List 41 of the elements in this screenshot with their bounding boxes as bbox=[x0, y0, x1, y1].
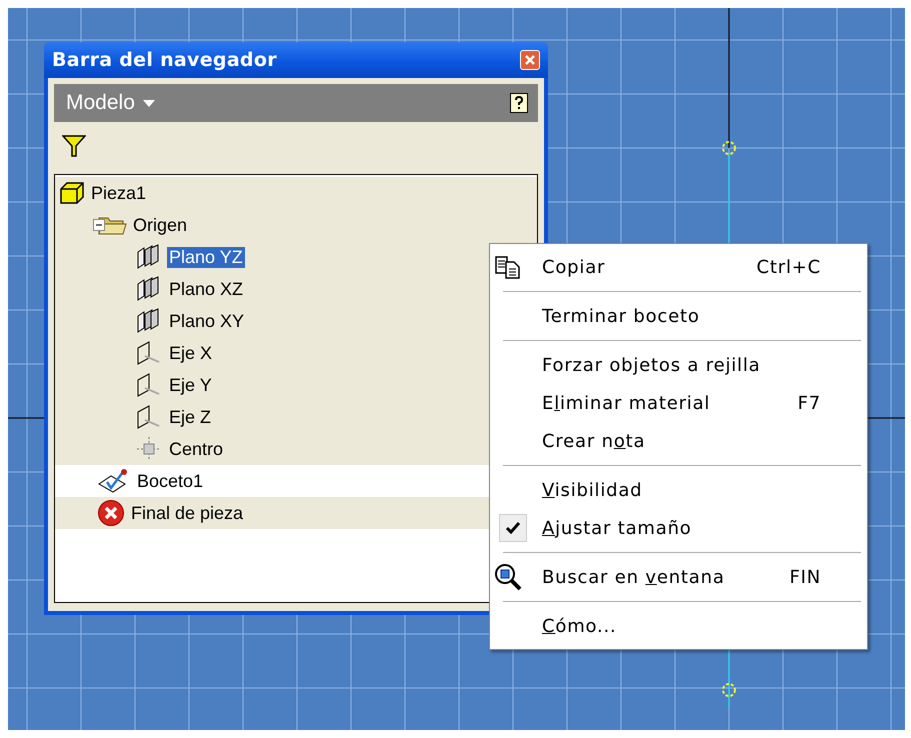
shortcut-label: FIN bbox=[789, 566, 822, 588]
error-icon bbox=[97, 499, 125, 527]
help-button[interactable] bbox=[510, 93, 528, 113]
tree-item-label: Final de pieza bbox=[130, 502, 244, 524]
caret-icon bbox=[142, 100, 155, 106]
close-button[interactable] bbox=[520, 50, 540, 70]
collapse-toggle[interactable] bbox=[93, 219, 105, 231]
menu-item-label: El iminar material bbox=[542, 392, 712, 414]
question-icon bbox=[514, 96, 524, 110]
tree-item-label: Eje X bbox=[168, 342, 214, 364]
menu-item-label: Buscar en ventana bbox=[542, 566, 726, 588]
tree-row[interactable]: Plano YZ bbox=[55, 241, 537, 273]
shortcut-label: Ctrl+C bbox=[756, 256, 822, 278]
zoom-icon bbox=[493, 562, 523, 592]
tree-item-label: Plano YZ bbox=[167, 246, 245, 268]
menu-item-label: Cómo... bbox=[542, 616, 618, 636]
menu-item[interactable]: Cómo... bbox=[493, 607, 861, 645]
tree-item-label: Pieza1 bbox=[90, 182, 148, 204]
menu-item-label: Ajustar tamaño bbox=[542, 518, 693, 538]
menu-item-label: Terminar boceto bbox=[542, 306, 701, 326]
panel-title: Barra del navegador bbox=[52, 49, 277, 71]
tree-item-label: Plano XY bbox=[168, 310, 246, 332]
tree-row[interactable]: Pieza1 bbox=[55, 177, 537, 209]
menu-item-label: Crear nota bbox=[542, 430, 646, 452]
menu-item-label: Copiar bbox=[542, 256, 606, 278]
close-icon bbox=[524, 54, 536, 66]
tree-row[interactable]: Origen bbox=[55, 209, 537, 241]
tree-item-label: Eje Z bbox=[168, 406, 212, 428]
shortcut-label: F7 bbox=[798, 392, 822, 414]
menu-item-label: Visibilidad bbox=[542, 480, 644, 500]
tree-item-label: Plano XZ bbox=[168, 278, 244, 300]
tree-item-label: Boceto1 bbox=[136, 470, 204, 492]
copy-icon bbox=[493, 255, 523, 279]
menu-item[interactable]: Buscar en ventana FIN bbox=[493, 558, 861, 596]
menu-item-label: Forzar objetos a rejilla bbox=[542, 354, 762, 376]
tree-item-label: Eje Y bbox=[168, 374, 213, 396]
filter-icon[interactable] bbox=[62, 134, 86, 158]
tree-item-label: Origen bbox=[132, 214, 188, 236]
tree-item-label: Centro bbox=[168, 438, 224, 460]
cube-icon bbox=[59, 181, 85, 205]
view-dropdown[interactable]: Modelo bbox=[66, 91, 155, 115]
